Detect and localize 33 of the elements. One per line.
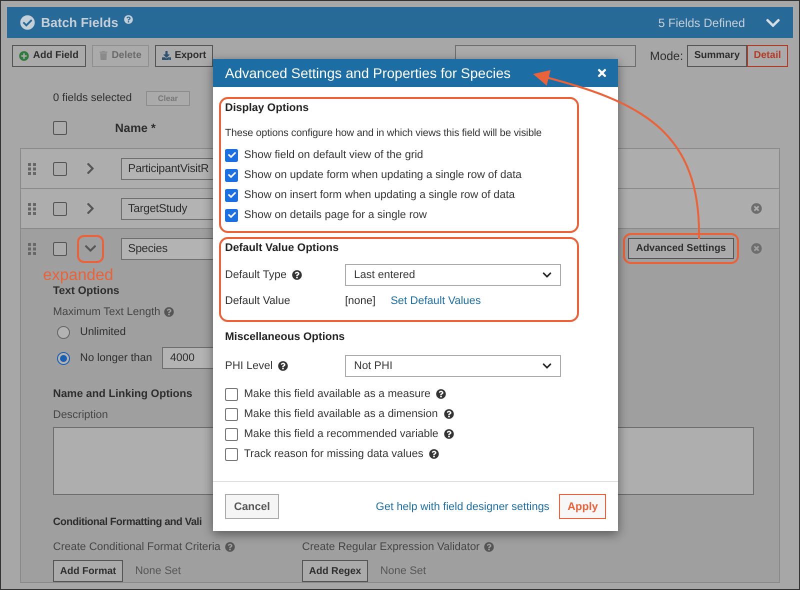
default-value: [none] xyxy=(345,295,376,307)
selection-count: 0 fields selected xyxy=(53,92,132,104)
checkbox-label: Make this field a recommended variable xyxy=(244,428,438,440)
field-label: Create Regular Expression Validator xyxy=(302,541,494,553)
section-description: These options configure how and in which views this field will be visible xyxy=(225,128,543,139)
checkbox-label: Make this field available as a measure xyxy=(244,388,430,400)
section-title: Display Options xyxy=(225,102,310,114)
mode-label: Mode: xyxy=(650,48,684,62)
checkbox-label: Show field on default view of the grid xyxy=(244,149,424,161)
field-label: Default Type xyxy=(225,269,287,281)
status-text: None Set xyxy=(380,565,426,577)
dialog-title: Advanced Settings and Properties for Species xyxy=(225,65,511,81)
fields-count: 5 Fields Defined xyxy=(658,16,745,30)
section-title: Conditional Formatting and Vali xyxy=(53,516,202,528)
panel-title: Batch Fields xyxy=(41,15,118,30)
radio-label: No longer than xyxy=(80,352,152,364)
section-title: Name and Linking Options xyxy=(53,388,192,400)
status-text: None Set xyxy=(135,565,181,577)
field-label: Create Conditional Format Criteria xyxy=(53,541,235,553)
checkbox-label: Show on details page for a single row xyxy=(244,209,427,221)
column-header: Name * xyxy=(115,121,156,135)
checkbox-label: Show on update form when updating a single row of data xyxy=(244,169,522,181)
checkbox-label: Track reason for missing data values xyxy=(244,448,424,460)
radio-label: Unlimited xyxy=(80,326,126,338)
field-label: Default Value xyxy=(225,295,292,307)
section-title: Default Value Options xyxy=(225,242,340,254)
field-label: Maximum Text Length xyxy=(53,306,174,318)
section-title: Text Options xyxy=(53,285,120,297)
checkbox-label: Show on insert form when updating a single row of data xyxy=(244,189,515,201)
callout-label: expanded xyxy=(43,267,114,285)
checkbox-label: Make this field available as a dimension xyxy=(244,408,438,420)
field-label: Description xyxy=(53,409,108,421)
section-title: Miscellaneous Options xyxy=(225,331,346,343)
